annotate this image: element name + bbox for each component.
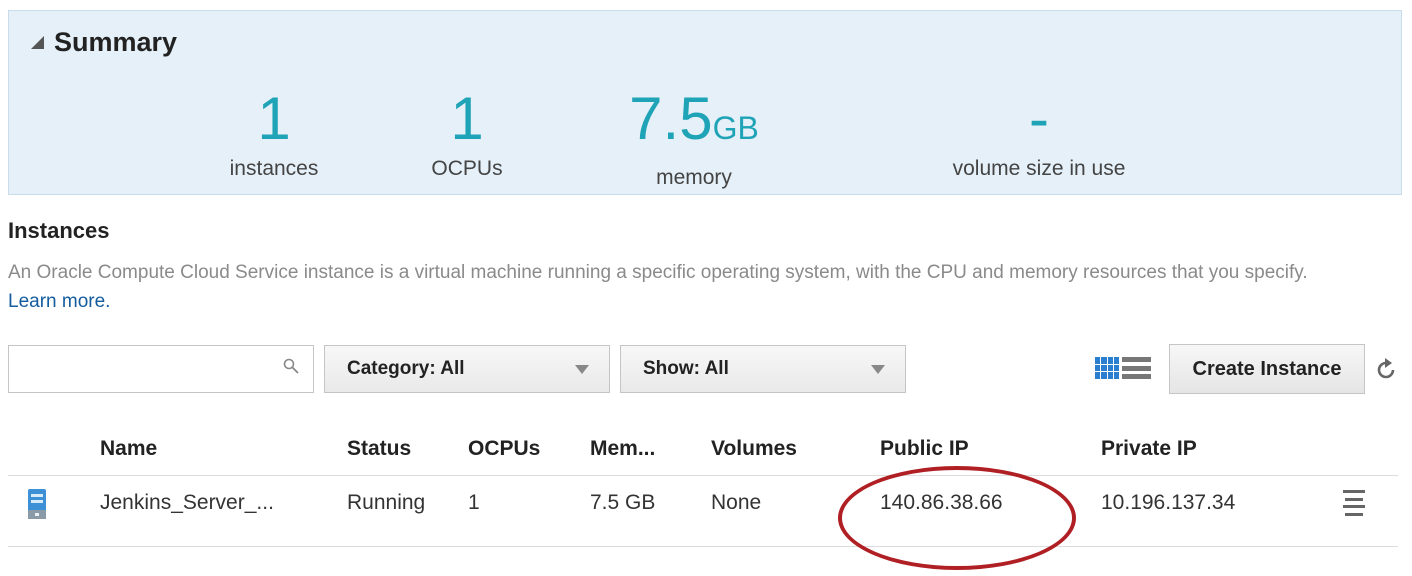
column-header-ocpus[interactable]: OCPUs xyxy=(468,437,540,461)
show-dropdown[interactable]: Show: All xyxy=(620,345,906,393)
search-input[interactable] xyxy=(8,345,314,393)
chevron-down-icon xyxy=(871,364,885,374)
show-dropdown-label: Show: All xyxy=(643,358,729,379)
cell-name[interactable]: Jenkins_Server_... xyxy=(100,491,274,515)
server-instance-icon xyxy=(28,489,46,519)
summary-title: Summary xyxy=(54,27,178,57)
summary-header[interactable]: Summary xyxy=(31,27,177,58)
view-toggle[interactable] xyxy=(1095,357,1151,379)
search-icon[interactable] xyxy=(283,358,299,374)
column-header-status[interactable]: Status xyxy=(347,437,411,461)
collapse-triangle-icon[interactable] xyxy=(31,36,44,49)
metric-volume-size: - volume size in use xyxy=(929,89,1149,181)
cell-public-ip: 140.86.38.66 xyxy=(880,491,1003,514)
column-header-memory[interactable]: Mem... xyxy=(590,437,655,461)
chevron-down-icon xyxy=(575,364,589,374)
metric-label: volume size in use xyxy=(952,157,1126,180)
metric-memory: 7.5GB memory xyxy=(609,89,779,190)
cell-private-ip: 10.196.137.34 xyxy=(1101,491,1236,514)
metric-value: 1 xyxy=(257,85,291,152)
refresh-icon[interactable] xyxy=(1373,357,1399,383)
cell-volumes: None xyxy=(711,491,762,514)
summary-panel: Summary 1 instances 1 OCPUs 7.5GB memory… xyxy=(8,10,1402,195)
category-dropdown-label: Category: All xyxy=(347,358,465,379)
metric-value: - xyxy=(1029,85,1049,152)
table-row-divider xyxy=(8,546,1398,547)
column-header-name[interactable]: Name xyxy=(100,437,157,461)
grid-view-icon[interactable] xyxy=(1095,357,1119,379)
metric-instances: 1 instances xyxy=(214,89,334,181)
metric-value: 7.5 xyxy=(629,85,713,152)
metric-ocpus: 1 OCPUs xyxy=(407,89,527,181)
metric-label: instances xyxy=(229,157,319,180)
metric-unit: GB xyxy=(712,110,759,146)
cell-ocpus: 1 xyxy=(468,491,480,514)
table-header-divider xyxy=(8,475,1398,476)
learn-more-link[interactable]: Learn more. xyxy=(8,291,110,312)
create-instance-button[interactable]: Create Instance xyxy=(1169,344,1365,394)
cell-memory: 7.5 GB xyxy=(590,491,656,514)
cell-status: Running xyxy=(347,491,426,514)
metric-label: OCPUs xyxy=(431,157,503,180)
column-header-private-ip[interactable]: Private IP xyxy=(1101,437,1197,461)
row-menu-icon[interactable] xyxy=(1343,490,1365,516)
category-dropdown[interactable]: Category: All xyxy=(324,345,610,393)
instances-description: An Oracle Compute Cloud Service instance… xyxy=(8,258,1338,316)
metric-label: memory xyxy=(656,166,732,189)
list-view-icon[interactable] xyxy=(1122,357,1151,379)
instances-title: Instances xyxy=(8,218,110,243)
metric-value: 1 xyxy=(450,85,484,152)
public-ip-highlight-circle xyxy=(838,466,1076,570)
column-header-volumes[interactable]: Volumes xyxy=(711,437,797,461)
column-header-public-ip[interactable]: Public IP xyxy=(880,437,969,461)
description-text: An Oracle Compute Cloud Service instance… xyxy=(8,262,1308,283)
